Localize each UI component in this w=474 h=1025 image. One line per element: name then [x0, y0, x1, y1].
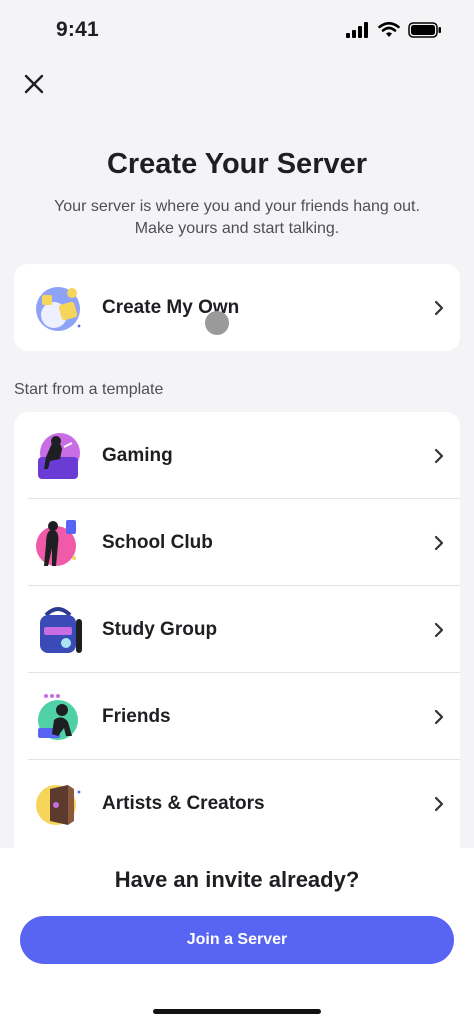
template-artists-creators[interactable]: Artists & Creators: [14, 760, 460, 847]
friends-icon: [38, 693, 78, 740]
template-label: Artists & Creators: [102, 792, 265, 814]
status-time: 9:41: [56, 18, 99, 41]
status-icons: [346, 22, 442, 38]
subtitle-line-1: Your server is where you and your friend…: [54, 198, 420, 215]
status-bar: 9:41: [0, 0, 474, 60]
chevron-right-icon: [434, 448, 444, 463]
chevron-right-icon: [434, 796, 444, 811]
cellular-signal-icon: [346, 22, 368, 38]
create-my-own-button[interactable]: Create My Own: [14, 264, 460, 351]
close-button[interactable]: [20, 70, 48, 98]
battery-icon: [408, 22, 441, 38]
template-label: Study Group: [102, 618, 218, 640]
chevron-right-icon: [434, 535, 444, 550]
home-indicator[interactable]: [153, 1009, 321, 1014]
chevron-right-icon: [434, 622, 444, 637]
template-label: School Club: [102, 531, 213, 553]
join-server-button[interactable]: Join a Server: [20, 916, 454, 964]
invite-title: Have an invite already?: [114, 867, 360, 892]
gaming-icon: [38, 432, 80, 479]
page-title: Create Your Server: [106, 148, 368, 180]
template-school-club[interactable]: School Club: [14, 499, 460, 586]
study-group-icon: [40, 606, 82, 653]
template-friends[interactable]: Friends: [14, 673, 460, 760]
chevron-right-icon: [434, 709, 444, 724]
template-gaming[interactable]: Gaming: [14, 412, 460, 499]
close-icon: [24, 74, 44, 94]
create-my-own-icon: [36, 286, 81, 331]
chevron-right-icon: [434, 300, 444, 315]
subtitle-line-2: Make yours and start talking.: [134, 220, 340, 237]
footer: Have an invite already? Join a Server: [0, 848, 474, 1025]
template-label: Gaming: [102, 444, 173, 466]
template-section-heading: Start from a template: [14, 381, 164, 398]
touch-indicator: [205, 311, 229, 335]
template-study-group[interactable]: Study Group: [14, 586, 460, 673]
page-subtitle: Your server is where you and your friend…: [40, 196, 434, 240]
wifi-icon: [378, 22, 400, 37]
artists-creators-icon: [36, 784, 81, 825]
school-club-icon: [36, 519, 76, 566]
create-my-own-card: Create My Own: [14, 264, 460, 351]
template-label: Friends: [102, 705, 171, 727]
template-list: Gaming School Club Study Group Friends A…: [14, 412, 460, 848]
